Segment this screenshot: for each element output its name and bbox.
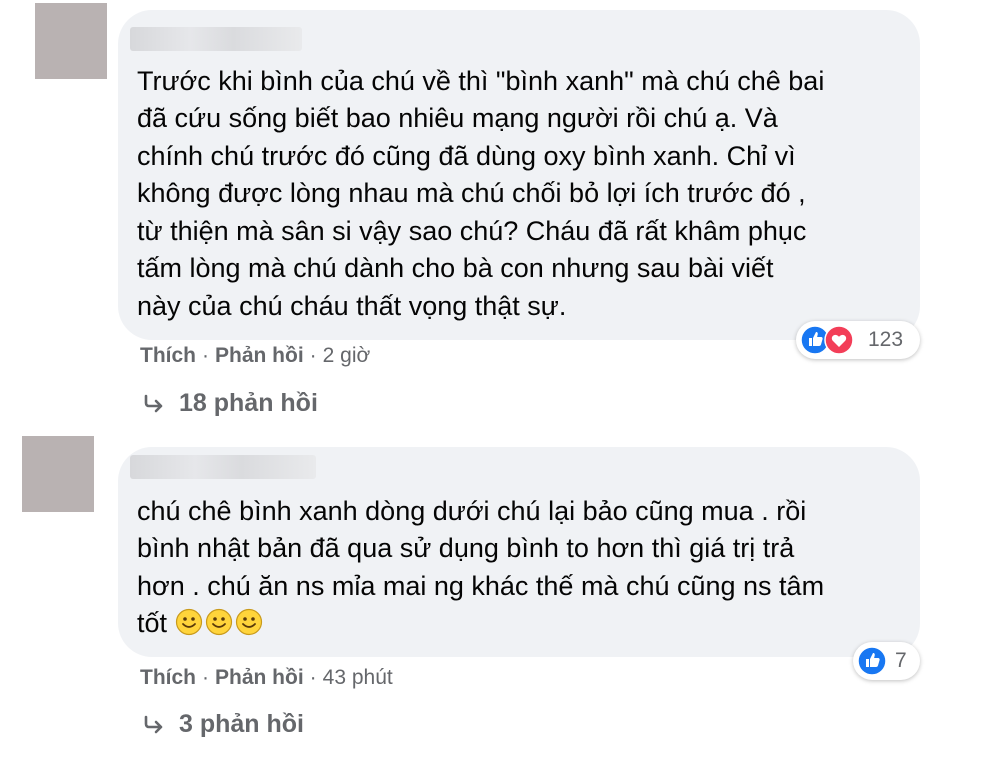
smiley-emoji [235, 608, 262, 636]
reply-link[interactable]: Phản hồi [215, 344, 304, 367]
smiley-emoji [175, 608, 202, 636]
comment-line: tấm lòng mà chú dành cho bà con nhưng sa… [137, 253, 774, 283]
like-link[interactable]: Thích [140, 666, 196, 689]
comment-line: này của chú cháu thất vọng thật sự. [137, 291, 567, 321]
author-name-blurred[interactable] [130, 455, 316, 479]
reply-link[interactable]: Phản hồi [215, 666, 304, 689]
reaction-count: 7 [895, 649, 907, 672]
comment-line: đã cứu sống biết bao nhiêu mạng người rồ… [137, 103, 778, 133]
comment-line: bình nhật bản đã qua sử dụng bình to hơn… [137, 533, 795, 563]
comment-line: không được lòng nhau mà chú chối bỏ lợi … [137, 178, 806, 208]
comment-line: từ thiện mà sân si vậy sao chú? Cháu đã … [137, 216, 807, 246]
comment-line: chú chê bình xanh dòng dưới chú lại bảo … [137, 496, 807, 526]
comment-actions: Thích · Phản hồi · 43 phút [140, 666, 393, 690]
replies-count-text: 18 phản hồi [179, 389, 318, 417]
smiley-emoji [205, 608, 232, 636]
separator: · [309, 666, 317, 689]
view-replies-link[interactable]: 18 phản hồi [143, 389, 318, 418]
timestamp[interactable]: 2 giờ [323, 344, 371, 367]
comment-line: Trước khi bình của chú về thì "bình xanh… [137, 66, 825, 96]
love-icon [824, 325, 854, 355]
separator: · [202, 666, 209, 689]
separator: · [309, 344, 317, 367]
comment-last-line: tốt [137, 605, 265, 643]
avatar[interactable] [22, 436, 94, 512]
replies-count-text: 3 phản hồi [179, 710, 304, 738]
reaction-count: 123 [868, 328, 904, 351]
reply-arrow-icon [144, 395, 163, 413]
author-name-blurred[interactable] [130, 27, 302, 51]
comment-bubble: chú chê bình xanh dòng dưới chú lại bảo … [118, 447, 920, 657]
comment-bubble: Trước khi bình của chú về thì "bình xanh… [118, 10, 920, 340]
separator: · [202, 344, 209, 367]
view-replies-link[interactable]: 3 phản hồi [143, 710, 304, 739]
comment-actions: Thích · Phản hồi · 2 giờ [140, 344, 370, 368]
like-icon [857, 646, 887, 676]
comment-line: tốt [137, 608, 168, 638]
reply-arrow-icon [144, 716, 163, 734]
comment-line: hơn . chú ăn ns mỉa mai ng khác thế mà c… [137, 571, 825, 601]
avatar[interactable] [35, 3, 107, 79]
reactions-pill[interactable]: 123 [796, 321, 920, 359]
comment-line: chính chú trước đó cũng đã dùng oxy bình… [137, 141, 796, 171]
timestamp[interactable]: 43 phút [323, 666, 393, 689]
reactions-pill[interactable]: 7 [853, 642, 920, 680]
like-link[interactable]: Thích [140, 344, 196, 367]
